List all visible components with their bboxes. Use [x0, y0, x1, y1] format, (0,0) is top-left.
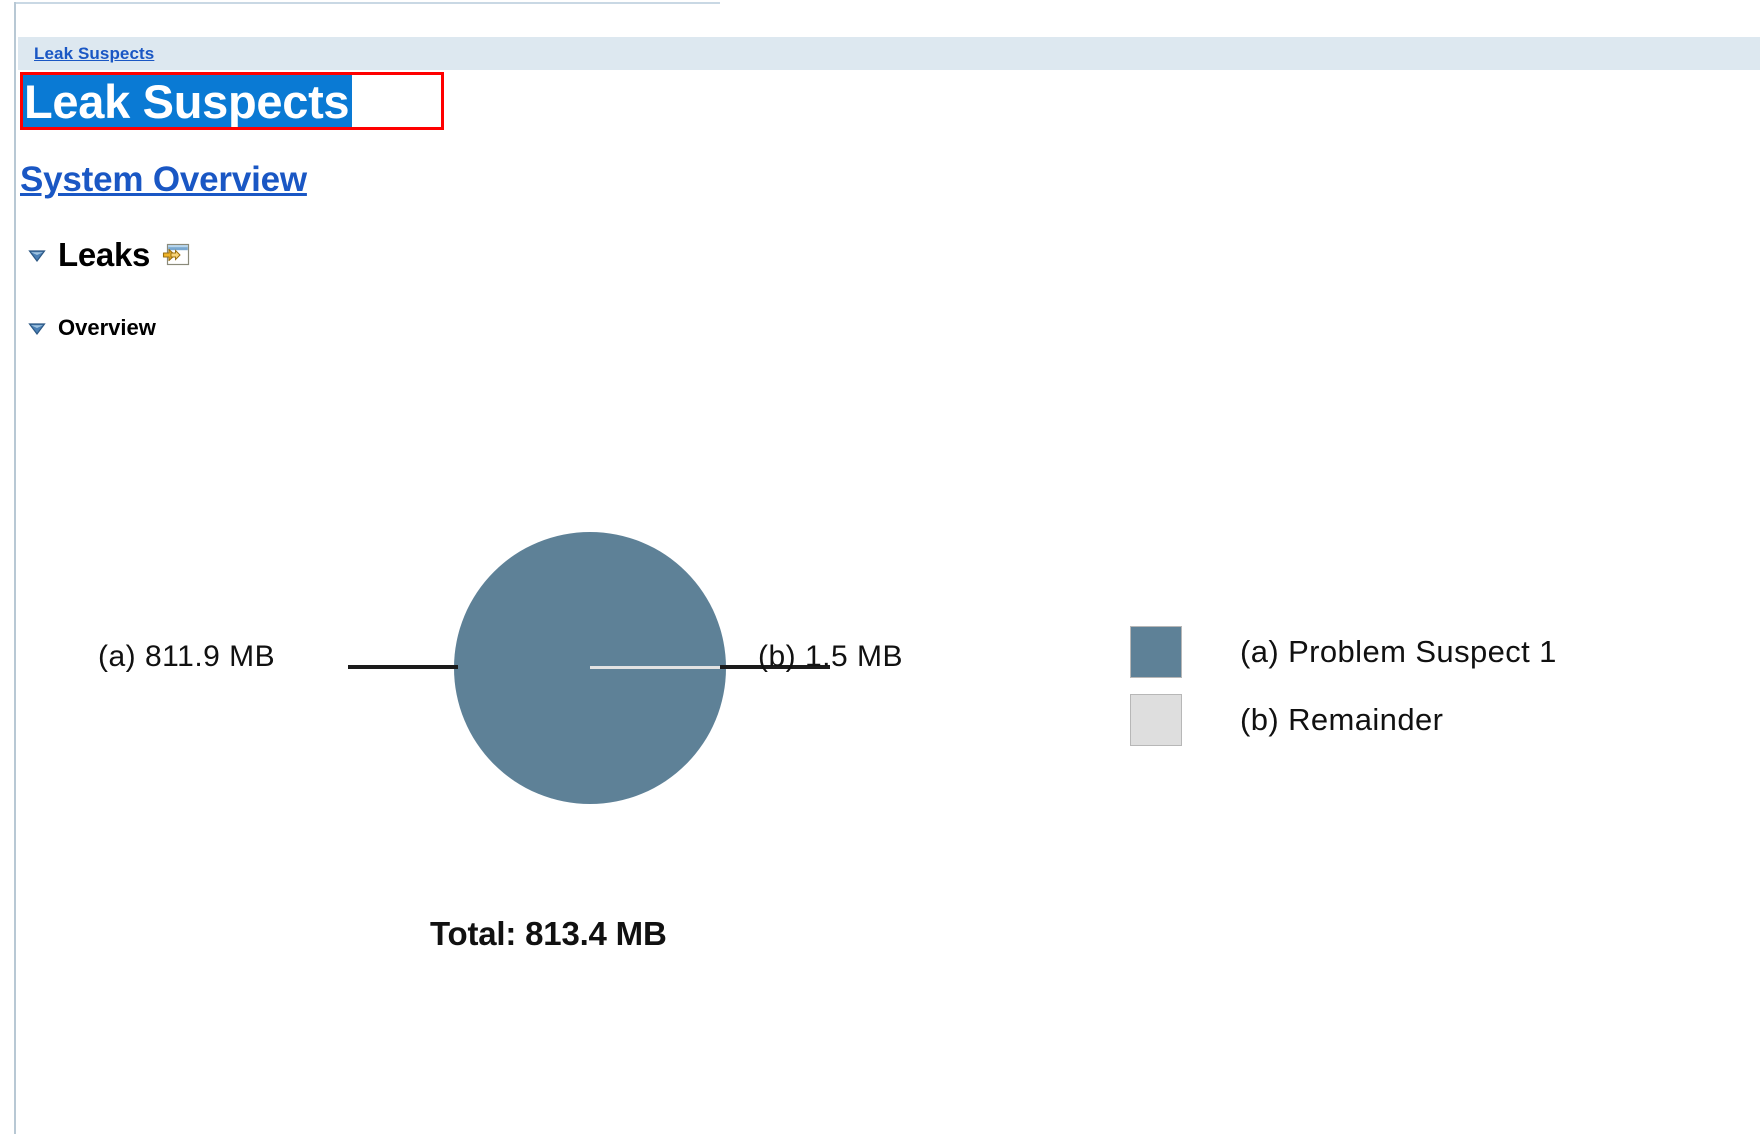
- pie-legend: (a) Problem Suspect 1 (b) Remainder: [1130, 618, 1557, 754]
- tree-node-overview[interactable]: Overview: [26, 315, 156, 341]
- system-overview-link[interactable]: System Overview: [20, 160, 307, 200]
- open-in-window-icon[interactable]: [162, 242, 190, 268]
- pie-chart: (a) 811.9 MB (b) 1.5 MB (a) Problem Susp…: [0, 500, 1760, 1060]
- pie-total-label: Total: 813.4 MB: [430, 915, 667, 952]
- pie-callout-label-a: (a) 811.9 MB: [98, 640, 276, 673]
- pie-callout-label-b: (b) 1.5 MB: [758, 640, 904, 673]
- legend-label-b: (b) Remainder: [1240, 702, 1444, 737]
- breadcrumb-item-leak-suspects[interactable]: Leak Suspects: [34, 44, 154, 64]
- legend-item-problem-suspect-1: (a) Problem Suspect 1: [1130, 618, 1557, 686]
- application-frame: Leak Suspects Leak Suspects System Overv…: [0, 0, 1760, 1134]
- page-title-container: Leak Suspects: [20, 74, 353, 130]
- pie-leader-line-a: [348, 665, 458, 669]
- tree-node-label-leaks: Leaks: [58, 236, 151, 273]
- breadcrumb: Leak Suspects: [18, 37, 1760, 70]
- pie-slice-remainder[interactable]: [590, 666, 726, 669]
- tree-node-leaks[interactable]: Leaks: [26, 236, 190, 274]
- legend-label-a: (a) Problem Suspect 1: [1240, 634, 1557, 669]
- pie-graphic: (a) 811.9 MB (b) 1.5 MB: [90, 500, 1090, 804]
- legend-swatch-b: [1130, 694, 1182, 746]
- legend-item-remainder: (b) Remainder: [1130, 686, 1557, 754]
- legend-swatch-a: [1130, 626, 1182, 678]
- tree-node-label-overview: Overview: [58, 315, 156, 340]
- frame-top-border: [14, 2, 720, 4]
- page-title[interactable]: Leak Suspects: [20, 74, 353, 130]
- triangle-down-icon[interactable]: [26, 244, 48, 266]
- triangle-down-icon[interactable]: [26, 317, 48, 339]
